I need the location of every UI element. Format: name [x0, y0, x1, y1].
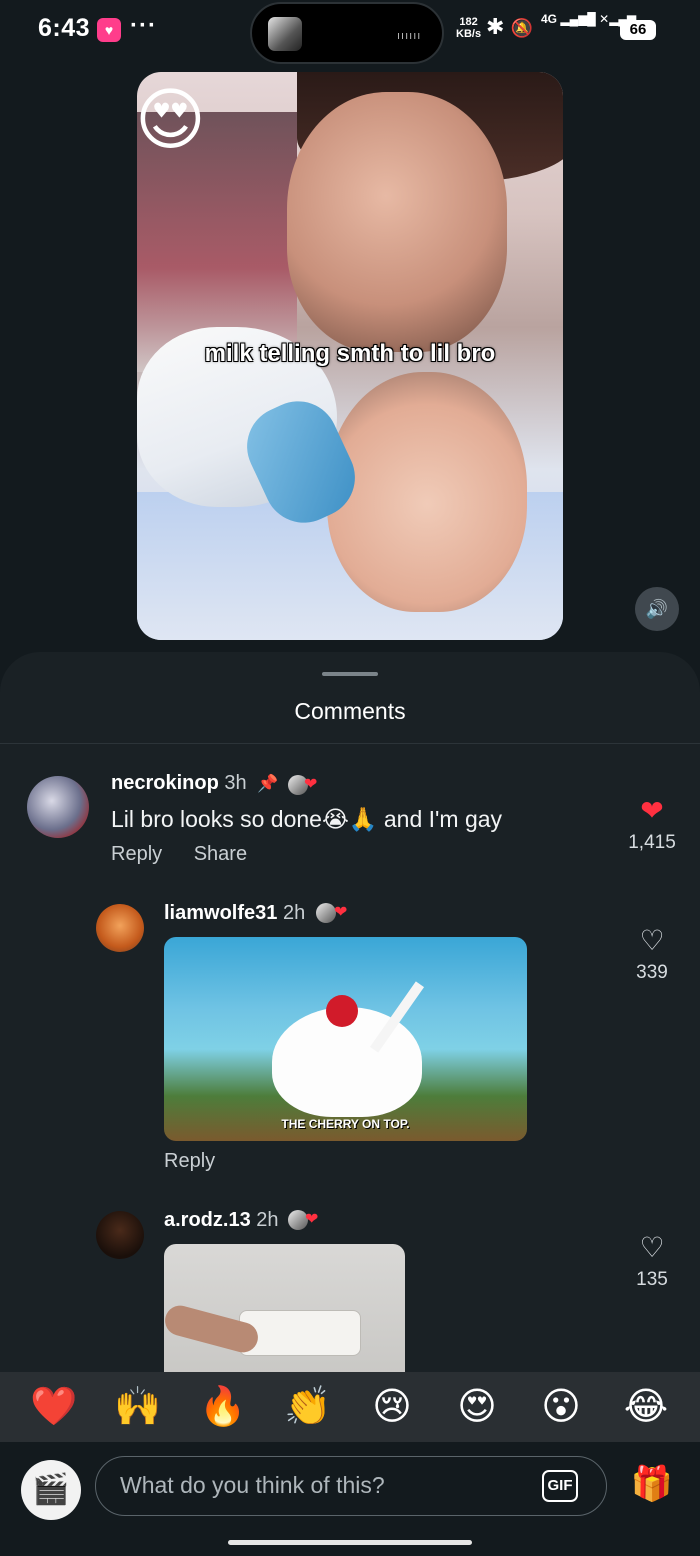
- reaction-laugh[interactable]: 😂: [616, 1385, 676, 1429]
- sheet-title: Comments: [294, 698, 406, 724]
- reaction-wow[interactable]: 😮: [531, 1385, 591, 1429]
- mute-icon: 🔕: [510, 18, 533, 38]
- heart-filled-icon: ❤: [640, 795, 664, 826]
- like-button[interactable]: ♡ 339: [622, 926, 682, 984]
- reply-button[interactable]: Reply: [164, 1150, 215, 1172]
- video-caption: milk telling smth to lil bro: [204, 340, 496, 367]
- gif-caption: THE CHERRY ON TOP.: [281, 1117, 410, 1131]
- creator-avatar-icon: [316, 903, 336, 923]
- reply-button[interactable]: Reply: [111, 843, 162, 865]
- battery-icon: 66: [620, 20, 656, 40]
- comment-composer[interactable]: GIF: [95, 1456, 607, 1516]
- quick-reactions-bar: ❤️ 🙌 🔥 👏 😢 😍 😮 😂: [0, 1372, 700, 1442]
- sheet-drag-handle[interactable]: [322, 672, 378, 676]
- creator-liked-icon: ❤: [305, 1211, 319, 1228]
- home-indicator[interactable]: [228, 1540, 472, 1545]
- status-bar: 6:43 ♥ ··· ıııııı 182 KB/s ✱ 🔕 4G ▂▄▆█ ✕…: [0, 0, 700, 64]
- pin-icon: 📌: [257, 774, 279, 793]
- more-notifications-icon: ···: [130, 12, 157, 39]
- reaction-fire[interactable]: 🔥: [193, 1385, 253, 1429]
- comment-actions: Reply Share: [111, 843, 273, 866]
- comment-input[interactable]: [120, 1472, 520, 1499]
- comment-text: Lil bro looks so done😭🙏 and I'm gay: [111, 806, 503, 832]
- cherry: [326, 995, 358, 1027]
- comment-time: 2h: [256, 1209, 279, 1231]
- bluetooth-icon: ✱: [486, 14, 505, 39]
- share-button[interactable]: Share: [194, 843, 247, 865]
- network-speed: 182 KB/s: [456, 16, 482, 40]
- gif-button[interactable]: GIF: [542, 1470, 578, 1502]
- video-player[interactable]: 😍 milk telling smth to lil bro: [137, 72, 563, 640]
- divider: [0, 743, 700, 744]
- creator-liked-icon: ❤: [304, 776, 318, 793]
- heart-outline-icon: ♡: [639, 1232, 665, 1263]
- gif-attachment[interactable]: [164, 1244, 405, 1374]
- comment-time: 3h: [224, 772, 247, 794]
- comment-username[interactable]: a.rodz.13 2h: [164, 1209, 279, 1232]
- like-count: 135: [636, 1269, 668, 1290]
- video-woman: [287, 92, 507, 352]
- reaction-sad[interactable]: 😢: [362, 1385, 422, 1429]
- like-button[interactable]: ♡ 135: [622, 1233, 682, 1291]
- app-notification-icon: ♥: [97, 18, 121, 42]
- comment-username[interactable]: liamwolfe31 2h: [164, 902, 305, 925]
- system-icons: ✱ 🔕: [486, 14, 533, 40]
- like-count: 1,415: [628, 832, 676, 853]
- heart-outline-icon: ♡: [639, 925, 665, 956]
- reaction-heart-eyes[interactable]: 😍: [447, 1385, 507, 1429]
- comment-username[interactable]: necrokinop 3h: [111, 772, 247, 795]
- video-baby: [327, 372, 527, 612]
- heart-eyes-sticker: 😍: [137, 82, 206, 158]
- comment-composer-area: 🎬 GIF 🎁: [0, 1442, 700, 1556]
- status-time: 6:43: [38, 14, 91, 42]
- like-count: 339: [636, 962, 668, 983]
- avatar[interactable]: [96, 904, 144, 952]
- comment-actions: Reply: [164, 1150, 241, 1173]
- avatar[interactable]: [96, 1211, 144, 1259]
- like-button[interactable]: ❤ 1,415: [622, 796, 682, 854]
- island-avatar: [268, 17, 302, 51]
- user-avatar[interactable]: 🎬: [21, 1460, 81, 1520]
- reaction-raised-hands[interactable]: 🙌: [108, 1385, 168, 1429]
- volume-icon[interactable]: 🔊: [635, 587, 679, 631]
- audio-wave-icon: ıııııı: [397, 30, 422, 42]
- gif-attachment[interactable]: THE CHERRY ON TOP.: [164, 937, 527, 1141]
- reaction-clap[interactable]: 👏: [278, 1385, 338, 1429]
- gift-icon[interactable]: 🎁: [630, 1462, 674, 1506]
- creator-liked-icon: ❤: [334, 904, 348, 921]
- avatar[interactable]: [27, 776, 89, 838]
- dynamic-island[interactable]: ıııııı: [250, 2, 444, 64]
- reaction-heart[interactable]: ❤️: [24, 1385, 84, 1429]
- comment-time: 2h: [282, 902, 306, 924]
